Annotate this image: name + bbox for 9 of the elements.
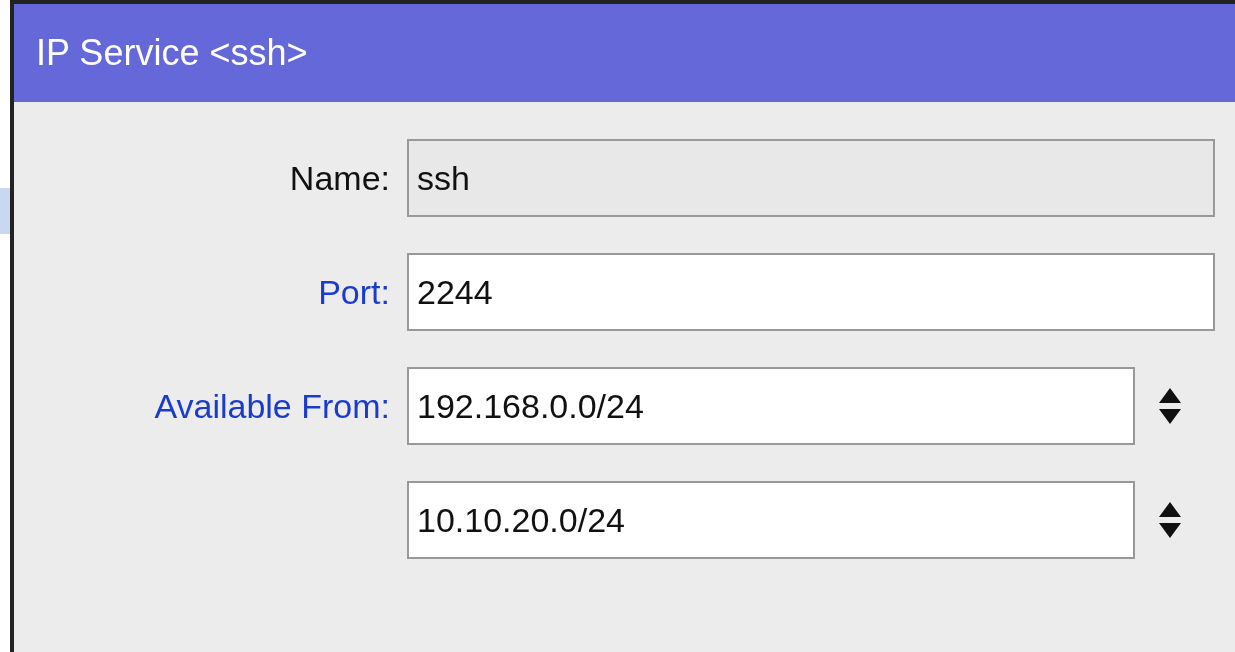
field-label: Available From:	[154, 386, 390, 426]
field-label: Name:	[289, 158, 390, 198]
up-down-arrows-icon[interactable]	[1158, 500, 1182, 540]
up-down-arrows-icon[interactable]	[1158, 386, 1182, 426]
input-field[interactable]: 192.168.0.0/24	[407, 367, 1135, 445]
input-field[interactable]: 2244	[407, 253, 1215, 331]
window-title: IP Service <ssh>	[14, 4, 1235, 102]
input-field[interactable]: 10.10.20.0/24	[407, 481, 1135, 559]
field-label: Port:	[318, 272, 390, 312]
